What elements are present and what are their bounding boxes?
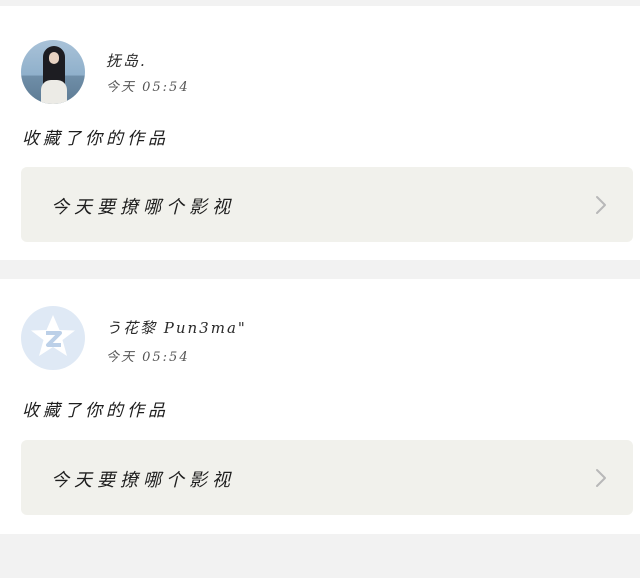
user-avatar[interactable] — [21, 40, 85, 104]
chevron-right-icon — [596, 196, 606, 214]
work-title: 今天要撩哪个影视 — [51, 470, 235, 491]
chevron-right-icon — [596, 469, 606, 487]
work-card[interactable]: 今天要撩哪个影视 — [21, 167, 633, 242]
avatar-body — [41, 80, 67, 104]
feed-item: 抚岛. 今天 05:54 收藏了你的作品 今天要撩哪个影视 — [0, 6, 640, 260]
avatar-face — [49, 52, 59, 64]
user-avatar[interactable] — [21, 306, 85, 370]
timestamp: 今天 05:54 — [106, 350, 190, 365]
feed-item: う花黎 Pun3ma" 今天 05:54 收藏了你的作品 今天要撩哪个影视 — [0, 279, 640, 534]
work-title: 今天要撩哪个影视 — [51, 197, 235, 218]
action-text: 收藏了你的作品 — [22, 129, 169, 149]
user-name[interactable]: う花黎 Pun3ma" — [106, 317, 247, 338]
work-card[interactable]: 今天要撩哪个影视 — [21, 440, 633, 515]
user-name[interactable]: 抚岛. — [106, 50, 147, 71]
qq-default-avatar-icon — [31, 315, 75, 356]
action-text: 收藏了你的作品 — [22, 401, 169, 421]
timestamp: 今天 05:54 — [106, 80, 190, 95]
